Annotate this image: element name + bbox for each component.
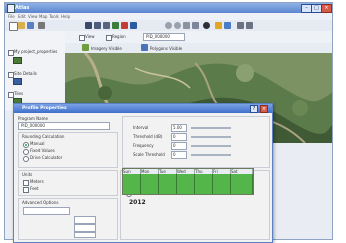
- zoom-in-icon[interactable]: [165, 22, 172, 29]
- profile-properties-dialog: Profile Properties ? × Program Name PID_…: [13, 103, 273, 243]
- profile-name-label: Program Name: [18, 116, 48, 121]
- calendar-grid[interactable]: Sun Mon Tue Wed Thu Fri Sat: [122, 168, 254, 195]
- pan-icon[interactable]: [183, 22, 190, 29]
- calendar-day-cell[interactable]: [141, 174, 159, 194]
- imagery-button-label[interactable]: Imagery Visible: [91, 46, 122, 51]
- close-button[interactable]: ×: [321, 4, 332, 13]
- calc-option-label: Drive Calculator: [30, 155, 63, 160]
- advanced-field[interactable]: [74, 216, 96, 224]
- measure-icon[interactable]: [224, 22, 231, 29]
- menu-help[interactable]: Help: [61, 14, 70, 19]
- options-group: Interval 5.00 Threshold (dB) 0 Frequency…: [122, 116, 270, 168]
- calc-group: Rounding Calculation Manual Fixed Values…: [18, 132, 118, 168]
- imagery-icon[interactable]: [82, 44, 89, 51]
- back-icon[interactable]: [237, 22, 244, 29]
- layer-label: My project_properties: [14, 49, 58, 54]
- region-label: Region: [112, 34, 126, 39]
- app-window: Atlas – □ × File Edit View Map Tools Hel…: [4, 2, 333, 243]
- record-icon[interactable]: [203, 22, 210, 29]
- option-slider[interactable]: [191, 127, 231, 129]
- print-icon[interactable]: [38, 22, 45, 29]
- layer-label: Tiles: [14, 91, 24, 96]
- option-field[interactable]: 0: [171, 133, 187, 141]
- profile-name-select[interactable]: PID_000000: [18, 122, 110, 130]
- zoom-out-icon[interactable]: [174, 22, 181, 29]
- bookmark-icon[interactable]: [215, 22, 222, 29]
- table-icon[interactable]: [94, 22, 101, 29]
- layer-label: Site Details: [14, 71, 37, 76]
- units-label: Units: [22, 172, 33, 177]
- polygon-icon[interactable]: [141, 44, 148, 51]
- title-bar: Atlas – □ ×: [5, 3, 332, 13]
- window-title: Atlas: [15, 5, 30, 11]
- option-label: Threshold (dB): [133, 134, 163, 139]
- dialog-title: Profile Properties: [22, 106, 67, 111]
- layer-swatch: [13, 57, 22, 64]
- layers-icon[interactable]: [103, 22, 110, 29]
- menu-map[interactable]: Map: [39, 14, 47, 19]
- map-icon[interactable]: [112, 22, 119, 29]
- layers-panel: My project_properties Site Details Tiles: [5, 31, 66, 111]
- profile-name-value: PID_000000: [21, 123, 45, 128]
- new-file-icon[interactable]: [9, 22, 18, 31]
- option-label: Frequency: [133, 143, 154, 148]
- menu-bar: File Edit View Map Tools Help: [5, 13, 332, 20]
- layer-swatch: [13, 78, 22, 85]
- open-folder-icon[interactable]: [18, 22, 25, 29]
- option-field[interactable]: 0: [171, 142, 187, 150]
- calendar-day-cell[interactable]: [159, 174, 177, 194]
- option-field[interactable]: 5.00: [171, 124, 187, 132]
- menu-view[interactable]: View: [28, 14, 38, 19]
- menu-tools[interactable]: Tools: [49, 14, 59, 19]
- menu-edit[interactable]: Edit: [18, 14, 26, 19]
- unit-feet-checkbox[interactable]: [23, 187, 29, 193]
- option-slider[interactable]: [191, 136, 231, 138]
- advanced-field[interactable]: [74, 224, 96, 232]
- calc-drive-radio[interactable]: [23, 156, 29, 162]
- advanced-select[interactable]: [23, 207, 70, 215]
- select-icon[interactable]: [192, 22, 199, 29]
- units-group: Units Meters Feet: [18, 170, 118, 196]
- option-label: Interval: [133, 125, 149, 130]
- grid-icon[interactable]: [85, 22, 92, 29]
- option-slider[interactable]: [191, 154, 231, 156]
- globe-icon[interactable]: [130, 22, 137, 29]
- advanced-label: Advanced Options: [22, 200, 59, 205]
- dialog-close-button[interactable]: ×: [260, 105, 268, 113]
- calc-manual-radio[interactable]: [23, 142, 29, 148]
- polygon-button-label[interactable]: Polygons Visible: [150, 46, 182, 51]
- app-icon: [7, 4, 15, 13]
- option-label: Scale Threshold: [133, 152, 165, 157]
- region-toolbar: View Region PID_000000: [65, 31, 332, 43]
- calendar-year: 2012: [129, 199, 146, 206]
- calendar-day-cell[interactable]: [123, 174, 141, 194]
- advanced-field[interactable]: [74, 232, 96, 238]
- calendar-day-cell[interactable]: [231, 174, 253, 194]
- option-field[interactable]: 0: [171, 151, 187, 159]
- unit-option-label: Meters: [30, 179, 44, 184]
- calc-fixed-radio[interactable]: [23, 149, 29, 155]
- calendar-day-cell[interactable]: [195, 174, 213, 194]
- unit-meters-checkbox[interactable]: [23, 180, 29, 186]
- calendar-day-cell[interactable]: [213, 174, 231, 194]
- forward-icon[interactable]: [246, 22, 253, 29]
- dialog-help-button[interactable]: ?: [250, 105, 258, 113]
- calendar-day-cell[interactable]: [177, 174, 195, 194]
- calc-option-label: Manual: [30, 141, 45, 146]
- view-label: View: [85, 34, 95, 39]
- flag-icon[interactable]: [121, 22, 128, 29]
- calc-option-label: Fixed Values: [30, 148, 55, 153]
- save-icon[interactable]: [27, 22, 34, 29]
- unit-option-label: Feet: [30, 186, 39, 191]
- option-slider[interactable]: [191, 145, 231, 147]
- menu-file[interactable]: File: [8, 14, 15, 19]
- region-value: PID_000000: [146, 34, 170, 39]
- calc-group-label: Rounding Calculation: [22, 134, 65, 139]
- region-select[interactable]: PID_000000: [143, 33, 185, 41]
- dialog-title-bar: Profile Properties ? ×: [14, 104, 272, 113]
- advanced-group: Advanced Options: [18, 198, 118, 240]
